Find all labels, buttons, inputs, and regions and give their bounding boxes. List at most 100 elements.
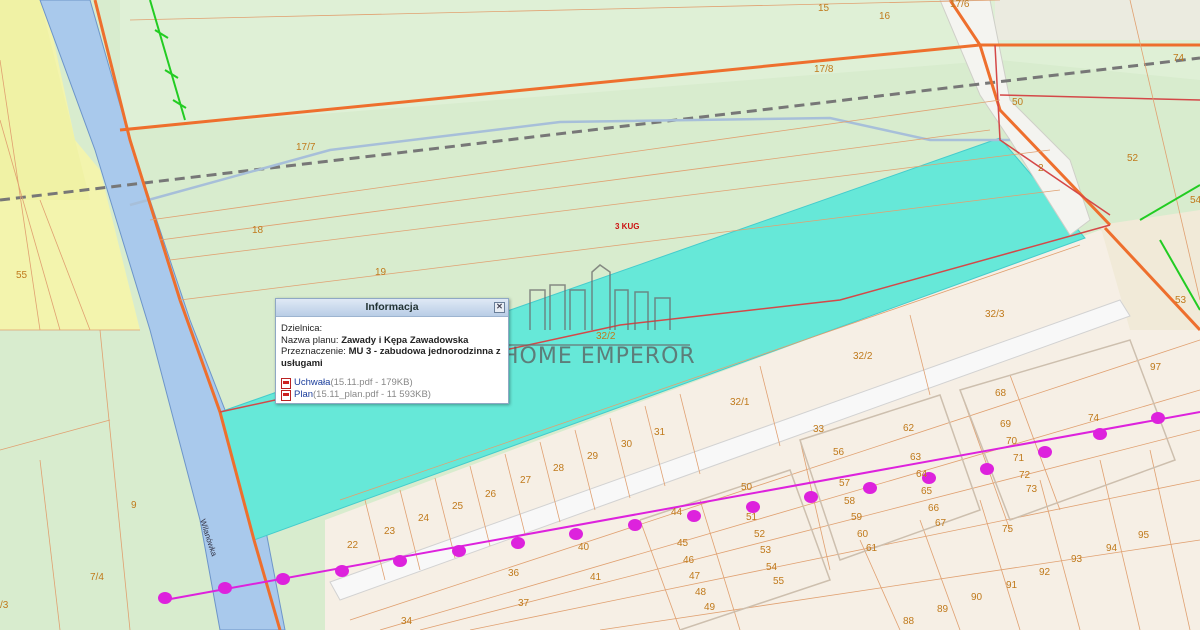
power-pole[interactable] [980,463,994,475]
parcel-label: 64 [916,469,928,480]
residential-top-right [995,0,1200,40]
parcel-label: 46 [683,555,695,566]
parcel-label: 52 [754,529,766,540]
power-pole[interactable] [1151,412,1165,424]
parcel-label: 90 [971,592,983,603]
power-pole[interactable] [335,565,349,577]
power-pole[interactable] [863,482,877,494]
pdf-icon [281,377,291,389]
popup-body: Dzielnica: Nazwa planu: Zawady i Kępa Za… [276,317,508,401]
parcel-label: 27 [520,475,532,486]
parcel-label: 56 [833,447,845,458]
parcel-label: 72 [1019,470,1031,481]
parcel-label: 71 [1013,453,1025,464]
file-item-plan: Plan (15.11_plan.pdf - 11 593KB) [281,389,503,401]
parcel-label: 54 [1190,195,1200,206]
watermark-text: HOME EMPEROR [502,344,696,369]
parcel-label: 36 [508,568,520,579]
parcel-label: 32/3 [985,309,1005,320]
parcel-label: 25 [452,501,464,512]
parcel-label: 61 [866,543,878,554]
parcel-label: 63 [910,452,922,463]
parcel-label: 30 [621,439,633,450]
parcel-label: 62 [903,423,915,434]
parcel-label: 31 [654,427,666,438]
parcel-label: 17/7 [296,142,316,153]
map-canvas[interactable]: 15 16 17/6 17/8 17/7 18 19 55 9 7/4 /3 5… [0,0,1200,630]
parcel-label: 55 [773,576,785,587]
power-pole[interactable] [218,582,232,594]
parcel-label: 52 [1127,153,1139,164]
parcel-label: 32/1 [730,397,750,408]
parcel-label: 54 [766,562,778,573]
parcel-label: 69 [1000,419,1012,430]
parcel-label: 24 [418,513,430,524]
plan-name-row: Nazwa planu: Zawady i Kępa Zawadowska [281,335,503,347]
parcel-label: 23 [384,526,396,537]
parcel-label: 88 [903,616,915,627]
purpose-row: Przeznaczenie: MU 3 - zabudowa jednorodz… [281,346,503,369]
parcel-label: 9 [131,500,137,511]
parcel-label: 16 [879,11,891,22]
parcel-label: 75 [1002,524,1014,535]
parcel-label: 91 [1006,580,1018,591]
power-pole[interactable] [569,528,583,540]
parcel-label: 53 [1175,295,1187,306]
parcel-label: 70 [1006,436,1018,447]
power-pole[interactable] [511,537,525,549]
parcel-label: 68 [995,388,1007,399]
power-pole[interactable] [1093,428,1107,440]
parcel-label: 58 [844,496,856,507]
parcel-label: 60 [857,529,869,540]
power-pole[interactable] [804,491,818,503]
parcel-label: 29 [587,451,599,462]
power-pole[interactable] [393,555,407,567]
parcel-label: 73 [1026,484,1038,495]
power-pole[interactable] [628,519,642,531]
popup-title-text: Informacja [365,301,419,313]
close-icon[interactable]: ✕ [494,302,505,313]
parcel-label: 57 [839,478,851,489]
parcel-label: 67 [935,518,947,529]
power-pole[interactable] [452,545,466,557]
parcel-label: 74 [1173,53,1185,64]
parcel-label: 66 [928,503,940,514]
power-pole[interactable] [1038,446,1052,458]
parcel-label: 48 [695,587,707,598]
plan-name-value: Zawady i Kępa Zawadowska [341,334,469,346]
resolution-link[interactable]: Uchwała [294,377,330,389]
parcel-label: 2 [1038,163,1044,174]
popup-title: Informacja ✕ [276,299,508,317]
parcel-label: 89 [937,604,949,615]
parcel-label: 92 [1039,567,1051,578]
parcel-label: 49 [704,602,716,613]
parcel-label: 45 [677,538,689,549]
parcel-label: 44 [671,507,683,518]
parcel-label: 37 [518,598,530,609]
parcel-label: 93 [1071,554,1083,565]
parcel-label: 41 [590,572,602,583]
parcel-label: 95 [1138,530,1150,541]
parcel-label: 32/2 [853,351,873,362]
district-row: Dzielnica: [281,323,503,335]
parcel-label: 53 [760,545,772,556]
power-pole[interactable] [276,573,290,585]
parcel-label: 19 [375,267,387,278]
plan-link[interactable]: Plan [294,389,313,401]
power-pole[interactable] [687,510,701,522]
parcel-label: 47 [689,571,701,582]
file-meta: (15.11.pdf - 179KB) [330,377,413,389]
parcel-label: 50 [741,482,753,493]
parcel-label: 34 [401,616,413,627]
parcel-label: /3 [0,600,9,611]
power-pole[interactable] [158,592,172,604]
parcel-label: 65 [921,486,933,497]
plan-name-label: Nazwa planu: [281,334,339,346]
parcel-label: 74 [1088,413,1100,424]
parcel-label: 32/2 [596,331,616,342]
parcel-label: 17/8 [814,64,834,75]
file-list: Uchwała (15.11.pdf - 179KB) Plan (15.11_… [281,377,503,401]
parcel-label: 28 [553,463,565,474]
parcel-label: 50 [1012,97,1024,108]
info-popup: Informacja ✕ Dzielnica: Nazwa planu: Zaw… [275,298,509,404]
